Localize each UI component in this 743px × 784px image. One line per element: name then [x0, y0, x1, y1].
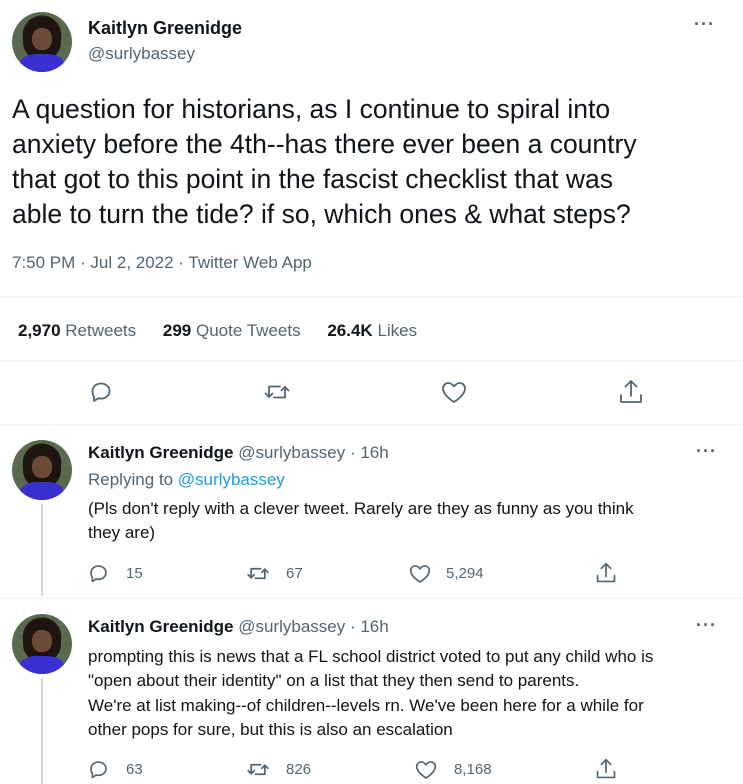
- likes-stat[interactable]: 26.4K Likes: [327, 321, 417, 340]
- heart-icon[interactable]: [441, 381, 467, 404]
- more-icon[interactable]: ···: [696, 615, 717, 636]
- divider: [0, 296, 743, 297]
- share-icon[interactable]: [618, 378, 644, 406]
- likes-count: 26.4K: [327, 321, 373, 340]
- retweets-count: 2,970: [18, 321, 61, 340]
- reply-header: Kaitlyn Greenidge @surlybassey · 16h: [88, 617, 389, 637]
- reply-text-line: (Pls don't reply with a clever tweet. Ra…: [88, 499, 634, 518]
- tweet-stats: 2,970 Retweets 299 Quote Tweets 26.4K Li…: [18, 321, 417, 341]
- reply-count: 63: [126, 761, 143, 778]
- author-name[interactable]: Kaitlyn Greenidge: [88, 443, 233, 462]
- author-handle[interactable]: @surlybassey: [238, 617, 345, 636]
- divider: [0, 424, 743, 425]
- avatar[interactable]: [12, 614, 72, 674]
- retweet-icon[interactable]: [246, 759, 270, 780]
- reply-text-line: other pops for sure, but this is also an…: [88, 719, 453, 739]
- divider: [0, 360, 743, 361]
- retweets-label: Retweets: [65, 321, 137, 340]
- retweet-icon[interactable]: [246, 563, 270, 584]
- reply-text-line: prompting this is news that a FL school …: [88, 647, 654, 666]
- share-icon[interactable]: [595, 561, 617, 585]
- replying-to-link[interactable]: @surlybassey: [178, 470, 285, 489]
- reply-time[interactable]: · 16h: [350, 443, 389, 462]
- replying-prefix: Replying to: [88, 470, 174, 489]
- reply-icon[interactable]: [88, 759, 109, 780]
- retweet-count: 67: [286, 565, 303, 582]
- reply-actions: 63 826 8,168: [0, 757, 743, 783]
- reply-text-line: We're at list making--of children--level…: [88, 695, 644, 715]
- like-count: 5,294: [446, 565, 484, 582]
- like-count: 8,168: [454, 761, 492, 778]
- tweet-text-line: that got to this point in the fascist ch…: [12, 164, 613, 194]
- reply-count: 15: [126, 565, 143, 582]
- tweet-text-line: A question for historians, as I continue…: [12, 94, 611, 124]
- retweet-icon[interactable]: [263, 380, 291, 404]
- retweets-stat[interactable]: 2,970 Retweets: [18, 321, 141, 340]
- reply-time[interactable]: · 16h: [350, 617, 389, 636]
- tweet-meta[interactable]: 7:50 PM · Jul 2, 2022 · Twitter Web App: [12, 253, 312, 273]
- reply-text: (Pls don't reply with a clever tweet. Ra…: [88, 497, 733, 545]
- replying-to: Replying to @surlybassey: [88, 470, 285, 490]
- more-icon[interactable]: ···: [696, 441, 717, 462]
- heart-icon[interactable]: [415, 760, 437, 780]
- author-name[interactable]: Kaitlyn Greenidge: [88, 617, 233, 636]
- avatar[interactable]: [12, 440, 72, 500]
- share-icon[interactable]: [595, 757, 617, 781]
- quotes-label: Quote Tweets: [196, 321, 301, 340]
- reply-text-line: "open about their identity" on a list th…: [88, 671, 580, 691]
- tweet-text: A question for historians, as I continue…: [12, 92, 737, 232]
- reply-text-line: they are): [88, 523, 156, 542]
- likes-label: Likes: [377, 321, 418, 340]
- more-icon[interactable]: ···: [694, 14, 715, 35]
- author-name[interactable]: Kaitlyn Greenidge: [88, 18, 242, 39]
- reply-text: prompting this is news that a FL school …: [88, 645, 738, 742]
- tweet-text-line: able to turn the tide? if so, which ones…: [12, 199, 631, 229]
- retweet-count: 826: [286, 761, 312, 778]
- reply-icon[interactable]: [88, 563, 109, 584]
- tweet-text-line: anxiety before the 4th--has there ever b…: [12, 129, 637, 159]
- quotes-stat[interactable]: 299 Quote Tweets: [163, 321, 305, 340]
- heart-icon[interactable]: [409, 564, 431, 584]
- author-handle[interactable]: @surlybassey: [238, 443, 345, 462]
- reply-header: Kaitlyn Greenidge @surlybassey · 16h: [88, 443, 389, 463]
- quotes-count: 299: [162, 321, 192, 340]
- reply-actions: 15 67 5,294: [0, 561, 743, 587]
- avatar[interactable]: [12, 12, 72, 72]
- reply-icon[interactable]: [89, 380, 113, 404]
- author-handle[interactable]: @surlybassey: [88, 44, 195, 64]
- divider: [0, 598, 743, 599]
